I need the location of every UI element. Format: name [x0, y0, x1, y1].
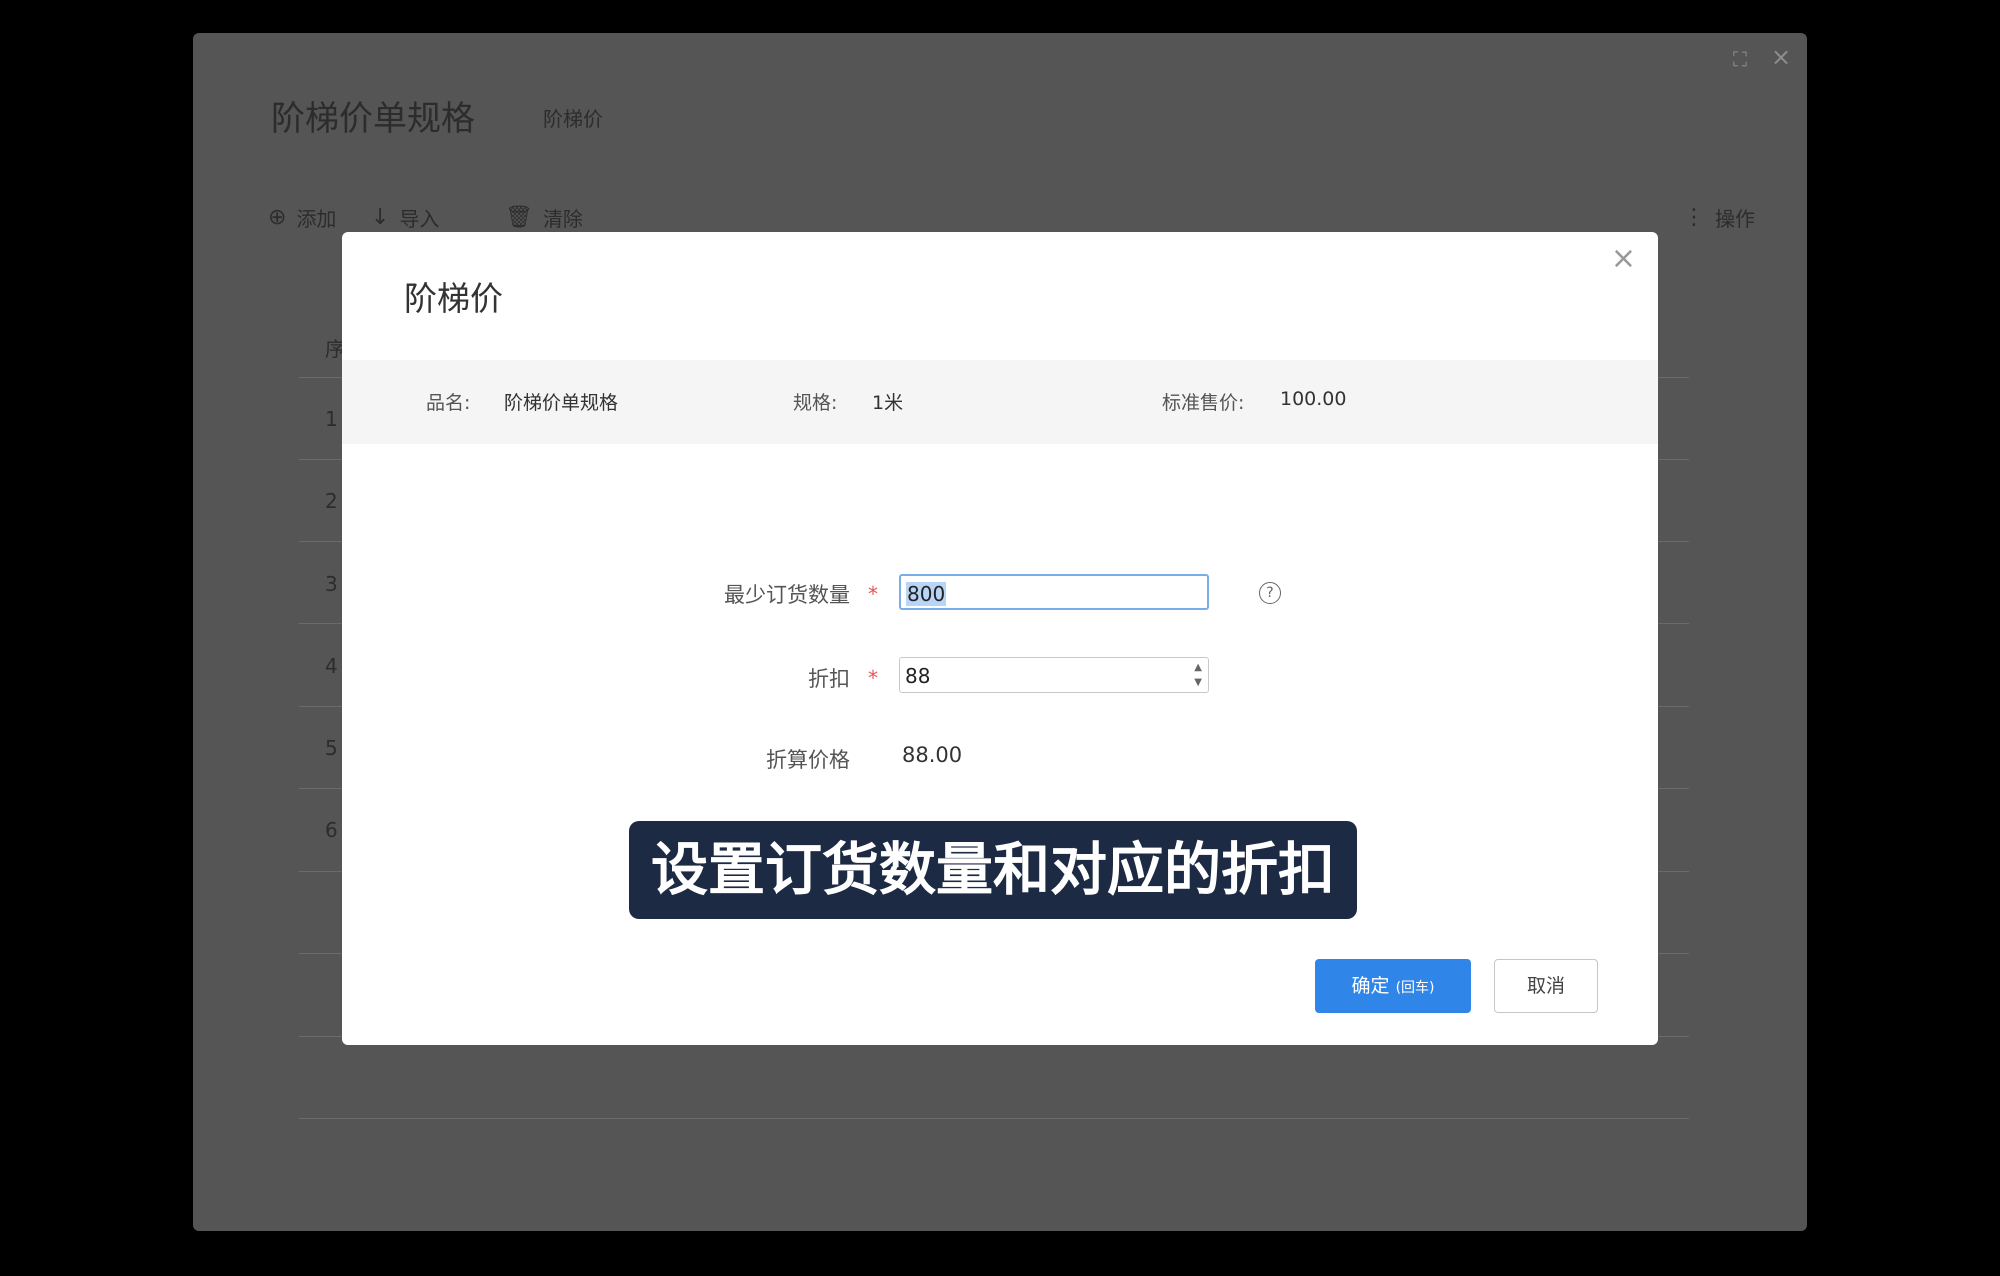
operations-button[interactable]: ⋮ 操作: [1683, 203, 1755, 232]
subtitle-caption: 设置订货数量和对应的折扣: [629, 821, 1357, 919]
product-info-strip: 品名: 阶梯价单规格 规格: 1米 标准售价: 100.00: [342, 360, 1658, 444]
cancel-button[interactable]: 取消: [1494, 959, 1598, 1013]
help-icon[interactable]: ?: [1259, 582, 1281, 604]
calc-price-label: 折算价格: [766, 748, 850, 772]
required-mark: *: [868, 666, 878, 690]
confirm-hint: (回车): [1395, 980, 1435, 996]
table-row-index: 4: [325, 654, 338, 678]
close-icon[interactable]: ×: [1611, 244, 1636, 274]
page-title: 阶梯价单规格: [271, 99, 475, 139]
min-qty-value: 800: [906, 582, 947, 606]
fullscreen-icon[interactable]: ⛶: [1733, 47, 1747, 71]
table-row-index: 1: [325, 407, 338, 431]
table-row-index: 5: [325, 736, 338, 760]
discount-value: 88: [905, 664, 931, 688]
spec-value: 1米: [872, 392, 904, 414]
dialog-title: 阶梯价: [404, 279, 503, 318]
stepper-arrows[interactable]: ▲ ▼: [1194, 660, 1202, 690]
vertical-dots-icon: ⋮: [1683, 205, 1705, 230]
product-name-value: 阶梯价单规格: [504, 392, 619, 414]
table-divider: [299, 1118, 1689, 1119]
discount-label: 折扣: [808, 667, 850, 691]
min-qty-label: 最少订货数量: [724, 583, 850, 607]
import-button[interactable]: ↓ 导入: [371, 203, 439, 232]
discount-stepper[interactable]: 88 ▲ ▼: [899, 657, 1209, 693]
clear-label: 清除: [542, 207, 583, 231]
confirm-button[interactable]: 确定 (回车): [1315, 959, 1471, 1013]
calc-price-value: 88.00: [902, 743, 963, 767]
spec-label: 规格:: [793, 392, 838, 414]
tiered-price-dialog: 阶梯价 × 品名: 阶梯价单规格 规格: 1米 标准售价: 100.00 最少订…: [342, 232, 1658, 1045]
tab-tiered-price[interactable]: 阶梯价: [543, 103, 603, 132]
close-icon[interactable]: ×: [1771, 43, 1791, 71]
decrement-icon[interactable]: ▼: [1194, 675, 1202, 690]
increment-icon[interactable]: ▲: [1194, 660, 1202, 675]
standard-price-value: 100.00: [1280, 388, 1347, 410]
trash-icon: 🗑: [505, 205, 533, 230]
table-row-index: 2: [325, 489, 338, 513]
import-label: 导入: [399, 207, 440, 231]
table-row-index: 6: [325, 818, 338, 842]
standard-price-label: 标准售价:: [1162, 392, 1245, 414]
product-name-label: 品名:: [426, 392, 471, 414]
operations-label: 操作: [1715, 207, 1755, 231]
required-mark: *: [868, 582, 878, 606]
clear-button[interactable]: 🗑 清除: [505, 203, 583, 232]
min-qty-input[interactable]: 800: [899, 574, 1209, 610]
add-label: 添加: [296, 207, 337, 231]
confirm-label: 确定: [1351, 975, 1390, 997]
add-button[interactable]: ⊕ 添加: [268, 203, 336, 232]
plus-circle-icon: ⊕: [268, 205, 287, 230]
table-row-index: 3: [325, 572, 338, 596]
arrow-down-icon: ↓: [371, 205, 390, 230]
